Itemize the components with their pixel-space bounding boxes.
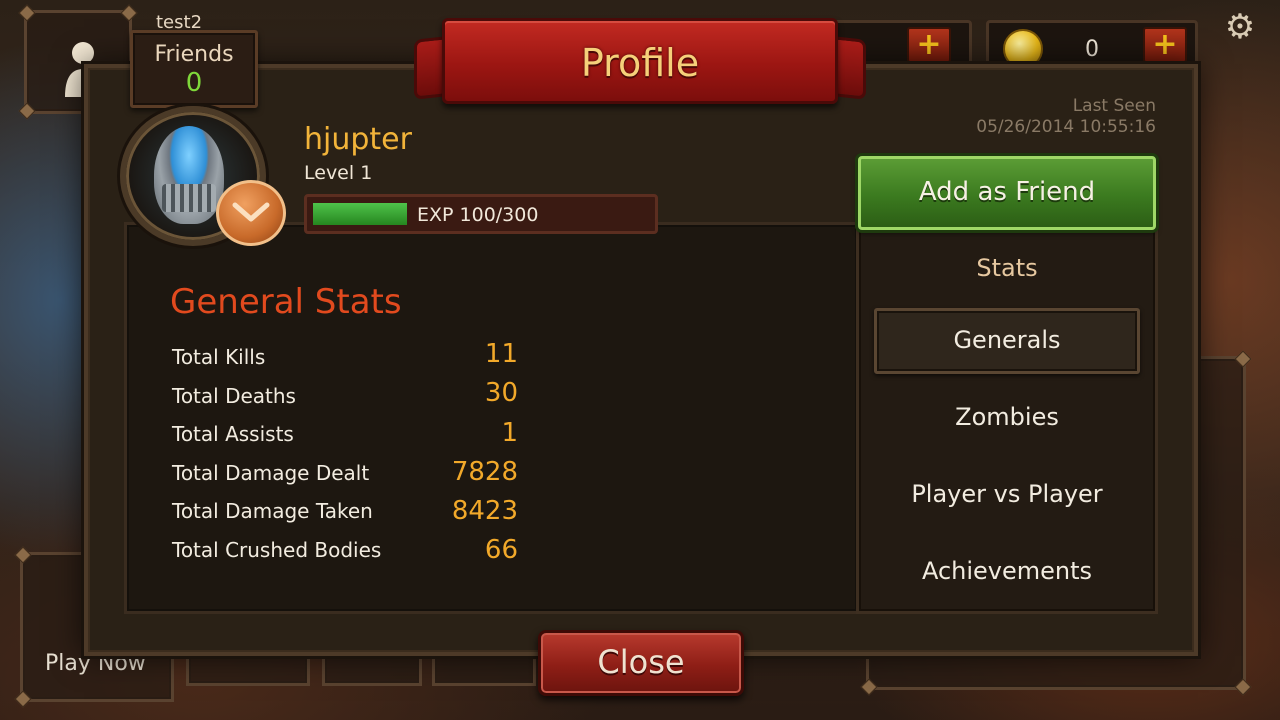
exp-text: EXP 100/300 xyxy=(417,204,539,226)
stat-label: Total Kills xyxy=(172,345,266,369)
close-button[interactable]: Close xyxy=(538,630,744,696)
stat-value: 30 xyxy=(484,378,518,408)
bg-gems-plus-button[interactable]: + xyxy=(907,27,951,63)
stat-value: 7828 xyxy=(451,457,518,487)
exp-bar-fill xyxy=(313,203,407,225)
player-level: Level 1 xyxy=(304,162,373,184)
stats-heading: Stats xyxy=(976,254,1038,282)
stat-label: Total Deaths xyxy=(172,384,296,408)
exp-bar: EXP 100/300 xyxy=(304,194,658,234)
friends-counter: Friends 0 xyxy=(130,30,258,108)
visor-grille xyxy=(162,184,216,212)
last-seen-value: 05/26/2014 10:55:16 xyxy=(976,117,1156,137)
gear-icon[interactable]: ⚙ xyxy=(1218,10,1262,50)
rank-chevron-icon xyxy=(216,180,286,246)
menu-item-generals[interactable]: Generals xyxy=(874,326,1140,354)
bg-player-name: test2 xyxy=(156,12,203,32)
coin-icon xyxy=(1003,29,1043,69)
stat-label: Total Crushed Bodies xyxy=(172,538,382,562)
last-seen: Last Seen 05/26/2014 10:55:16 xyxy=(900,96,1156,138)
menu-item-achievements[interactable]: Achievements xyxy=(874,557,1140,585)
last-seen-label: Last Seen xyxy=(1072,96,1156,116)
add-friend-button[interactable]: Add as Friend xyxy=(858,156,1156,230)
player-name: hjupter xyxy=(304,122,412,157)
bg-coins-box: 0 + xyxy=(986,20,1198,69)
stat-value: 8423 xyxy=(451,496,518,526)
dialog-title: Profile xyxy=(580,41,700,85)
menu-item-zombies[interactable]: Zombies xyxy=(874,403,1140,431)
bg-coins-plus-button[interactable]: + xyxy=(1143,27,1187,63)
stat-label: Total Damage Taken xyxy=(172,499,373,523)
stat-value: 1 xyxy=(501,418,518,448)
stat-label: Total Damage Dealt xyxy=(172,461,370,485)
bg-coins-value: 0 xyxy=(1085,37,1099,62)
menu-item-player-vs-player[interactable]: Player vs Player xyxy=(874,480,1140,508)
stat-value: 66 xyxy=(484,535,518,565)
stat-label: Total Assists xyxy=(172,422,294,446)
knight-helmet-avatar xyxy=(154,126,224,224)
general-stats-title: General Stats xyxy=(170,282,402,322)
friends-count: 0 xyxy=(185,68,203,98)
friends-label: Friends xyxy=(154,42,234,67)
title-banner: Profile xyxy=(442,18,838,104)
stat-value: 11 xyxy=(484,339,518,369)
